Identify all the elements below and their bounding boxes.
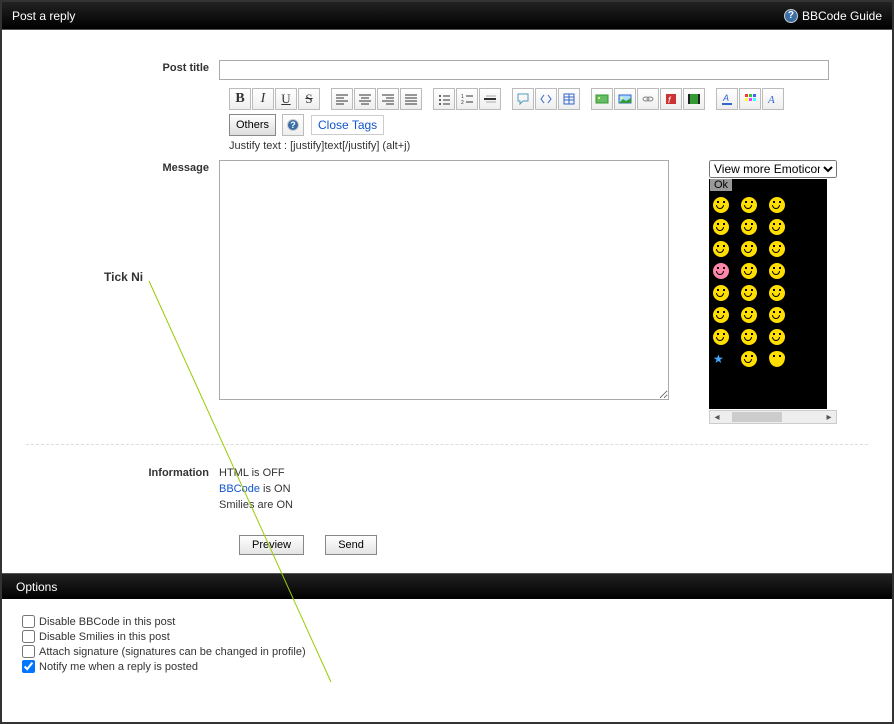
annotation-label: Tick Ni [104, 270, 143, 284]
toolbar-hint: Justify text : [justify]text[/justify] (… [229, 140, 880, 152]
smiley-icon[interactable] [769, 329, 785, 345]
emoticons-scrollbar[interactable]: ◂ ▸ [709, 410, 837, 424]
smiley-icon[interactable] [713, 307, 729, 323]
information-text: HTML is OFF BBCode is ON Smilies are ON [219, 465, 293, 513]
information-label: Information [14, 465, 219, 513]
smiley-icon[interactable] [769, 241, 785, 257]
hr-icon[interactable] [479, 88, 501, 110]
option-attach-signature[interactable]: Attach signature (signatures can be chan… [22, 645, 872, 658]
smiley-icon[interactable] [741, 219, 757, 235]
attach-signature-checkbox[interactable] [22, 645, 35, 658]
bbcode-link[interactable]: BBCode [219, 483, 260, 495]
bbcode-guide-link[interactable]: ? BBCode Guide [784, 9, 882, 23]
svg-text:2: 2 [461, 100, 464, 106]
header-title: Post a reply [12, 9, 75, 23]
smiley-icon[interactable] [713, 263, 729, 279]
info-smilies: Smilies are ON [219, 497, 293, 513]
message-label: Message [14, 160, 219, 424]
flash-icon[interactable]: f [660, 88, 682, 110]
option-notify-reply[interactable]: Notify me when a reply is posted [22, 660, 872, 673]
scroll-left-icon[interactable]: ◂ [710, 411, 724, 423]
options-header: Options [2, 573, 892, 599]
code-icon[interactable] [535, 88, 557, 110]
bbcode-guide-label: BBCode Guide [802, 9, 882, 23]
list-unordered-icon[interactable] [433, 88, 455, 110]
smiley-icon[interactable] [741, 263, 757, 279]
smiley-icon[interactable] [769, 197, 785, 213]
emoticons-select[interactable]: View more Emoticons [709, 160, 837, 178]
align-center-icon[interactable] [354, 88, 376, 110]
image-icon[interactable] [614, 88, 636, 110]
smiley-icon[interactable] [769, 307, 785, 323]
scroll-thumb[interactable] [732, 412, 782, 422]
smiley-icon[interactable] [713, 285, 729, 301]
options-title: Options [16, 580, 57, 594]
smiley-icon[interactable] [741, 329, 757, 345]
smiley-icon[interactable] [713, 329, 729, 345]
font-style-icon[interactable]: A [762, 88, 784, 110]
disable-smilies-checkbox[interactable] [22, 630, 35, 643]
align-right-icon[interactable] [377, 88, 399, 110]
image-host-icon[interactable] [591, 88, 613, 110]
list-ordered-icon[interactable]: 12 [456, 88, 478, 110]
send-button[interactable]: Send [325, 535, 377, 555]
bbcode-suffix: is ON [260, 483, 291, 495]
help-toolbar-icon[interactable]: ? [282, 114, 304, 136]
option-disable-bbcode[interactable]: Disable BBCode in this post [22, 615, 872, 628]
disable-bbcode-checkbox[interactable] [22, 615, 35, 628]
quote-icon[interactable] [512, 88, 534, 110]
smiley-icon[interactable] [769, 285, 785, 301]
post-title-label: Post title [14, 60, 219, 80]
smiley-icon[interactable] [713, 219, 729, 235]
help-icon: ? [784, 9, 798, 23]
emoticons-panel: View more Emoticons Ok [709, 160, 837, 424]
emoticons-box[interactable]: Ok [709, 179, 827, 409]
svg-text:A: A [722, 93, 729, 103]
link-icon[interactable] [637, 88, 659, 110]
scroll-right-icon[interactable]: ▸ [822, 411, 836, 423]
emoticons-ok-button[interactable]: Ok [710, 179, 732, 191]
bbcode-toolbar: B I U S 12 [229, 88, 869, 136]
smiley-icon[interactable] [769, 219, 785, 235]
smiley-icon[interactable] [713, 197, 729, 213]
smiley-icon[interactable] [741, 241, 757, 257]
option-disable-smilies[interactable]: Disable Smilies in this post [22, 630, 872, 643]
close-tags-link[interactable]: Close Tags [311, 115, 384, 135]
smiley-icon[interactable] [713, 241, 729, 257]
font-color-icon[interactable]: A [716, 88, 738, 110]
post-title-input[interactable] [219, 60, 829, 80]
underline-icon[interactable]: U [275, 88, 297, 110]
info-html: HTML is OFF [219, 465, 293, 481]
smiley-icon[interactable] [741, 285, 757, 301]
bold-icon[interactable]: B [229, 88, 251, 110]
post-reply-header: Post a reply ? BBCode Guide [2, 2, 892, 30]
star-icon[interactable]: ★ [713, 351, 733, 367]
font-palette-icon[interactable] [739, 88, 761, 110]
strike-icon[interactable]: S [298, 88, 320, 110]
smiley-icon[interactable] [741, 351, 757, 367]
table-icon[interactable] [558, 88, 580, 110]
smiley-icon[interactable] [769, 263, 785, 279]
italic-icon[interactable]: I [252, 88, 274, 110]
heart-icon[interactable] [769, 351, 785, 367]
video-icon[interactable] [683, 88, 705, 110]
others-button[interactable]: Others [229, 114, 276, 136]
smiley-icon[interactable] [741, 307, 757, 323]
align-justify-icon[interactable] [400, 88, 422, 110]
preview-button[interactable]: Preview [239, 535, 304, 555]
align-left-icon[interactable] [331, 88, 353, 110]
message-textarea[interactable] [219, 160, 669, 400]
notify-reply-checkbox[interactable] [22, 660, 35, 673]
svg-text:A: A [767, 94, 775, 106]
smiley-icon[interactable] [741, 197, 757, 213]
